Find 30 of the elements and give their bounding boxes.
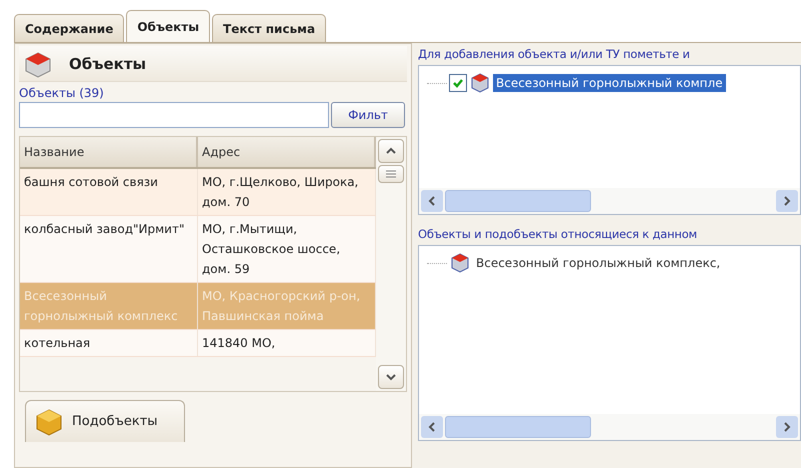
cube-icon: [23, 50, 53, 78]
table-row[interactable]: башня сотовой связи МО, г.Щелково, Широка, дом. 70: [20, 169, 376, 216]
panel-title: Объекты: [69, 54, 146, 72]
table-row[interactable]: котельная 141840 МО,: [20, 330, 376, 357]
tree-item[interactable]: Всесезонный горнолыжный компле: [493, 74, 726, 92]
related-panel-label: Объекты и подобъекты относящиеся к данном: [418, 227, 698, 243]
subobjects-tab[interactable]: Подобъекты: [25, 400, 185, 442]
tab[interactable]: Содержание: [14, 14, 124, 42]
table-row[interactable]: колбасный завод"Ирмит" МО, г.Мытищи, Осташковское шоссе, дом. 59: [20, 216, 376, 283]
tree-item[interactable]: Всесезонный горнолыжный комплекс,: [473, 254, 724, 272]
cube-icon: [449, 252, 471, 274]
checkmark-icon: [452, 77, 464, 89]
cube-icon: [469, 72, 491, 94]
table-cell: башня сотовой связи: [20, 169, 198, 215]
vertical-scrollbar[interactable]: [376, 137, 406, 391]
checkbox[interactable]: [449, 74, 467, 92]
add-panel-label: Для добавления объекта и/или ТУ пометьте и: [418, 47, 691, 63]
table-cell: Всесезонный горнолыжный комплекс: [20, 283, 198, 329]
horizontal-scrollbar[interactable]: [419, 414, 800, 440]
objects-count-label: Объекты (39): [19, 85, 105, 102]
table-cell: котельная: [20, 330, 198, 356]
filter-field[interactable]: [19, 102, 329, 128]
tab[interactable]: Текст письма: [212, 14, 326, 42]
table-cell: колбасный завод"Ирмит": [20, 216, 198, 282]
filter-button[interactable]: Фильт: [331, 102, 405, 128]
grip-icon: [385, 170, 397, 178]
column-header[interactable]: Название: [20, 137, 198, 167]
horizontal-scrollbar[interactable]: [419, 188, 800, 214]
tab[interactable]: Объекты: [126, 10, 210, 42]
box-icon: [34, 406, 64, 436]
